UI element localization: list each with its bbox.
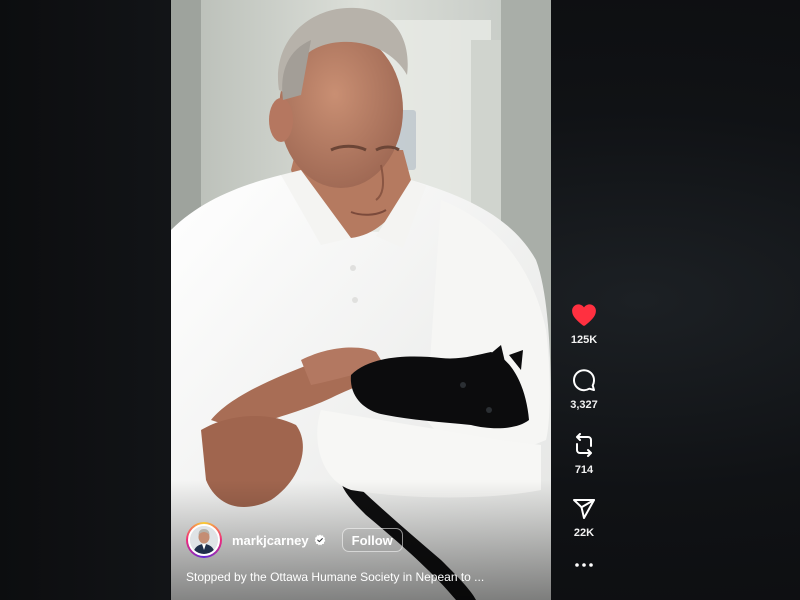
share-count: 22K <box>573 527 595 539</box>
comment-count: 3,327 <box>570 399 598 411</box>
reels-viewer: markjcarney Follow Stopped by the Ottawa… <box>0 0 800 600</box>
like-count: 125K <box>570 334 598 346</box>
repost-icon <box>576 433 592 457</box>
repost-count: 714 <box>574 464 594 476</box>
comment-icon <box>573 369 595 392</box>
like-button[interactable]: 125K <box>571 303 597 346</box>
heart-icon <box>572 304 596 326</box>
more-options-button[interactable] <box>570 557 598 573</box>
follow-button[interactable]: Follow <box>341 528 403 552</box>
reel-photo <box>171 0 551 600</box>
share-button[interactable]: 22K <box>572 498 596 539</box>
backdrop <box>0 0 170 600</box>
action-rail: 125K 3,327 714 22K <box>560 303 608 573</box>
more-icon <box>575 563 593 567</box>
author-avatar[interactable] <box>186 522 222 558</box>
author-username[interactable]: markjcarney <box>232 533 309 548</box>
verified-badge-icon <box>314 534 325 546</box>
profile-photo-icon <box>188 524 220 556</box>
post-caption[interactable]: Stopped by the Ottawa Humane Society in … <box>186 570 536 584</box>
send-icon <box>573 499 595 519</box>
comment-button[interactable]: 3,327 <box>570 368 598 411</box>
repost-button[interactable]: 714 <box>572 433 596 476</box>
reel-media[interactable] <box>171 0 551 600</box>
author-row: markjcarney Follow <box>186 521 403 559</box>
